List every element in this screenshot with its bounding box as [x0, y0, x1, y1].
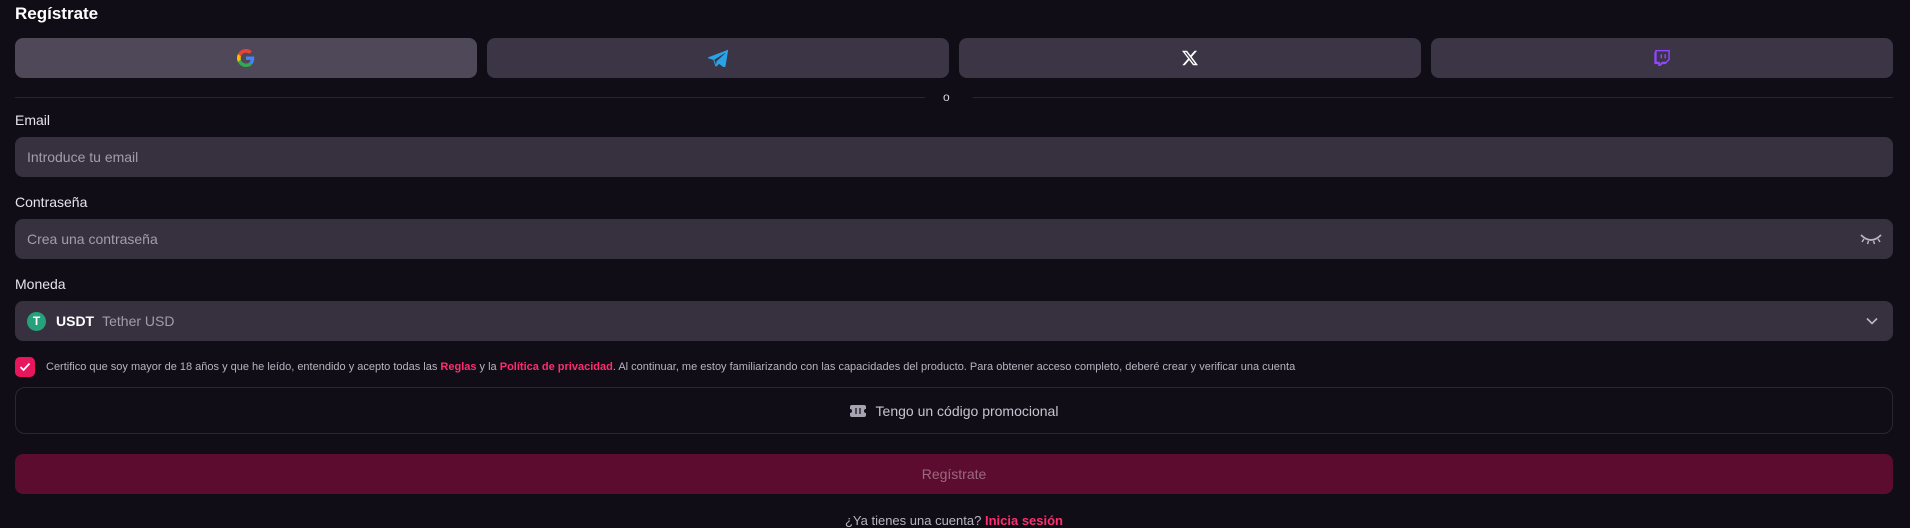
currency-code: USDT: [56, 313, 95, 329]
terms-text: Certifico que soy mayor de 18 años y que…: [46, 361, 1295, 373]
promo-code-label: Tengo un código promocional: [875, 402, 1059, 419]
chevron-down-icon: [1866, 317, 1878, 325]
password-label: Contraseña: [15, 194, 88, 210]
currency-label: Moneda: [15, 276, 66, 292]
email-field[interactable]: Introduce tu email: [15, 137, 1893, 177]
login-link[interactable]: Inicia sesión: [985, 513, 1063, 528]
currency-select[interactable]: T USDT Tether USD: [15, 301, 1893, 341]
divider-line-right: [973, 97, 1893, 98]
tether-icon: T: [27, 311, 46, 331]
register-button-label: Regístrate: [921, 466, 987, 482]
telegram-login-button[interactable]: [487, 38, 949, 78]
terms-row: Certifico que soy mayor de 18 años y que…: [15, 357, 1893, 377]
twitch-icon: [1654, 50, 1670, 66]
checkmark-icon: [19, 362, 31, 372]
register-button[interactable]: Regístrate: [15, 454, 1893, 494]
terms-checkbox[interactable]: [15, 357, 35, 377]
divider-line-left: [15, 97, 925, 98]
promo-code-button[interactable]: Tengo un código promocional: [15, 387, 1893, 434]
google-icon: [237, 49, 255, 67]
terms-prefix: Certifico que soy mayor de 18 años y que…: [46, 361, 441, 373]
social-login-row: [15, 38, 1893, 78]
x-icon: [1182, 50, 1198, 66]
rules-link[interactable]: Reglas: [440, 361, 476, 373]
password-placeholder: Crea una contraseña: [27, 231, 158, 247]
email-placeholder: Introduce tu email: [27, 149, 139, 165]
password-field[interactable]: Crea una contraseña: [15, 219, 1893, 259]
login-prompt: ¿Ya tienes una cuenta? Inicia sesión: [15, 513, 1893, 528]
ticket-icon: [849, 404, 866, 417]
terms-suffix: . Al continuar, me estoy familiarizando …: [612, 361, 1296, 373]
privacy-policy-link[interactable]: Política de privacidad: [500, 361, 613, 373]
eye-closed-icon[interactable]: [1859, 231, 1883, 247]
login-prompt-text: ¿Ya tienes una cuenta?: [844, 513, 982, 528]
telegram-icon: [708, 49, 728, 67]
page-title: Regístrate: [15, 4, 99, 23]
currency-name: Tether USD: [102, 313, 175, 329]
twitch-login-button[interactable]: [1431, 38, 1893, 78]
google-login-button[interactable]: [15, 38, 477, 78]
email-label: Email: [15, 112, 51, 128]
divider-text: o: [943, 90, 950, 104]
terms-middle: y la: [476, 361, 500, 373]
x-login-button[interactable]: [959, 38, 1421, 78]
or-divider: o: [15, 90, 1893, 106]
